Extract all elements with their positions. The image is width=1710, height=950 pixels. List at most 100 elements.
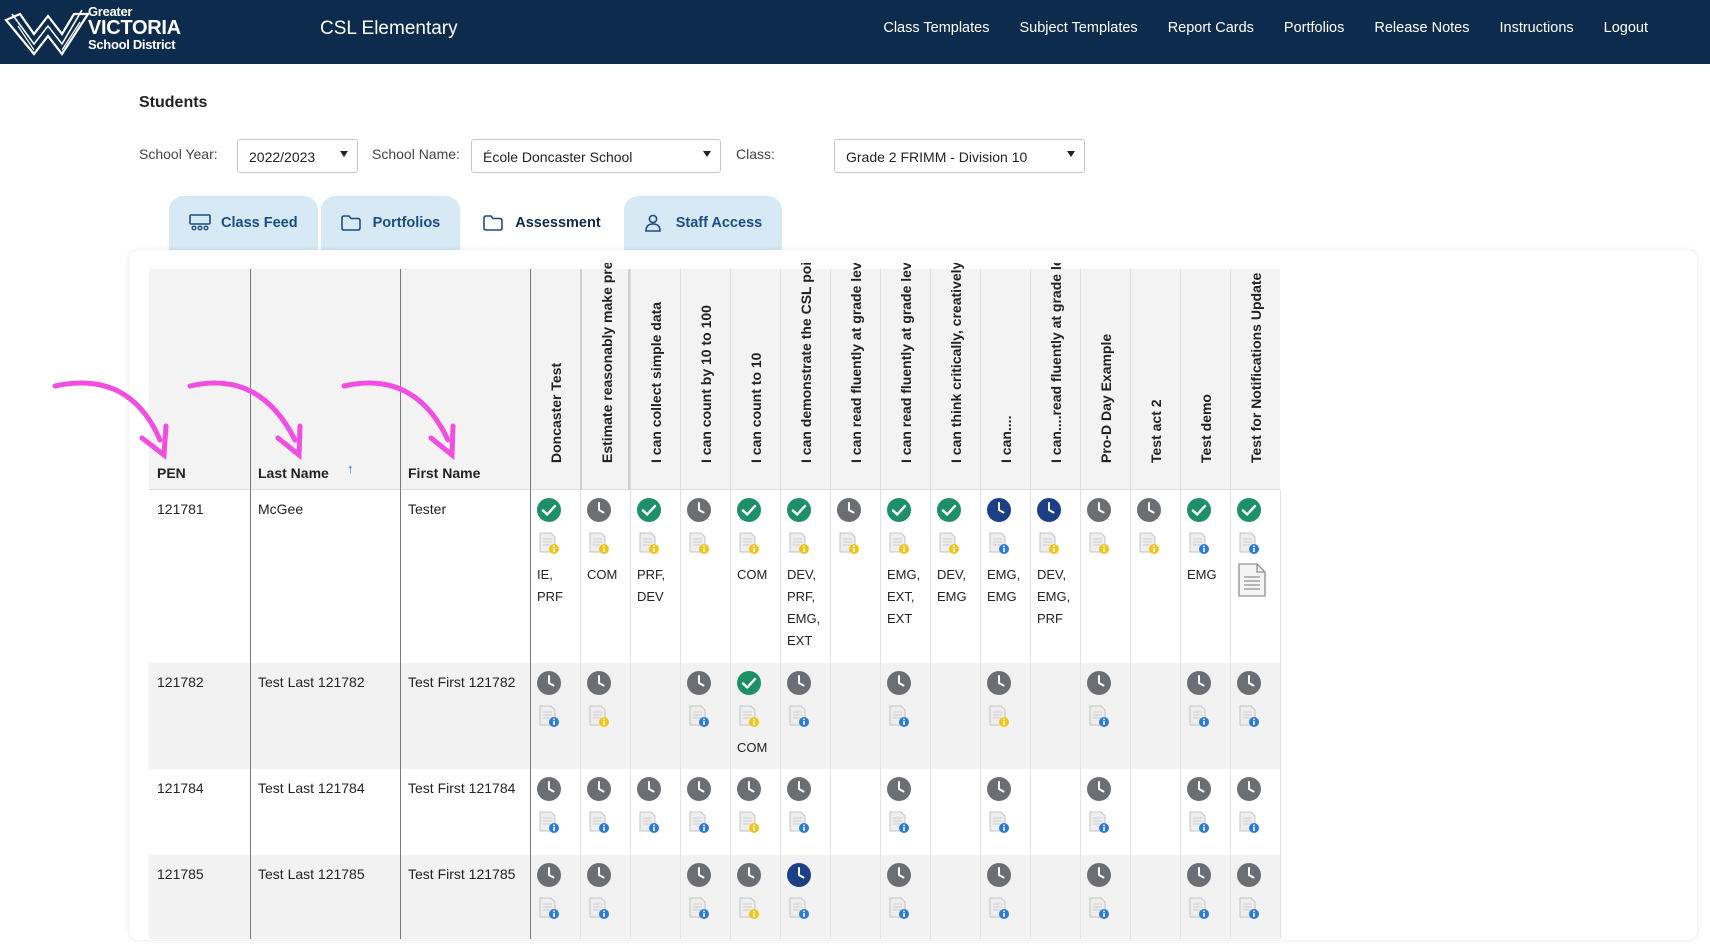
column-header-first-name[interactable]: First Name (400, 269, 530, 490)
document-info-icon[interactable] (1087, 810, 1111, 839)
document-info-icon[interactable] (687, 810, 711, 839)
nav-logout[interactable]: Logout (1604, 20, 1648, 36)
document-note-icon[interactable] (887, 531, 911, 560)
column-header-assessment[interactable]: Test demo (1180, 269, 1230, 490)
document-note-icon[interactable] (637, 531, 661, 560)
document-note-icon[interactable] (587, 704, 611, 733)
column-header-assessment[interactable]: I can read fluently at grade level (830, 263, 880, 490)
pending-clock-icon[interactable] (536, 776, 562, 807)
pending-clock-icon[interactable] (586, 776, 612, 807)
nav-subject-templates[interactable]: Subject Templates (1019, 20, 1137, 36)
school-name-select[interactable]: École Doncaster School (471, 139, 721, 173)
document-note-icon[interactable] (687, 531, 711, 560)
completed-check-icon[interactable] (936, 497, 962, 528)
pending-clock-icon[interactable] (736, 776, 762, 807)
document-info-icon[interactable] (687, 896, 711, 925)
completed-check-icon[interactable] (1186, 497, 1212, 528)
document-note-icon[interactable] (587, 531, 611, 560)
pending-clock-icon[interactable] (886, 670, 912, 701)
pending-clock-icon[interactable] (1236, 670, 1262, 701)
document-info-icon[interactable] (1187, 810, 1211, 839)
document-file-icon[interactable] (1237, 562, 1267, 603)
document-note-icon[interactable] (787, 531, 811, 560)
document-info-icon[interactable] (787, 896, 811, 925)
tab-class-feed[interactable]: Class Feed (169, 196, 318, 250)
document-info-icon[interactable] (987, 810, 1011, 839)
document-note-icon[interactable] (1087, 531, 1111, 560)
completed-check-icon[interactable] (636, 497, 662, 528)
pending-clock-icon[interactable] (686, 497, 712, 528)
pending-clock-icon[interactable] (1136, 497, 1162, 528)
document-info-icon[interactable] (1087, 896, 1111, 925)
document-info-icon[interactable] (537, 810, 561, 839)
pending-clock-icon[interactable] (836, 497, 862, 528)
column-header-assessment[interactable]: Test for Notifications Update (1230, 269, 1280, 490)
document-info-icon[interactable] (687, 704, 711, 733)
pending-clock-icon[interactable] (586, 670, 612, 701)
document-note-icon[interactable] (737, 810, 761, 839)
document-note-icon[interactable] (737, 531, 761, 560)
school-year-select[interactable]: 2022/2023 (237, 139, 358, 173)
column-header-assessment[interactable]: I can count by 10 to 100 (680, 269, 730, 490)
pending-clock-icon[interactable] (986, 497, 1012, 528)
pending-clock-icon[interactable] (1236, 862, 1262, 893)
pending-clock-icon[interactable] (636, 776, 662, 807)
pending-clock-icon[interactable] (686, 670, 712, 701)
column-header-assessment[interactable]: Test act 2 (1130, 269, 1180, 490)
document-info-icon[interactable] (887, 896, 911, 925)
column-header-pen[interactable]: PEN (149, 269, 250, 490)
nav-instructions[interactable]: Instructions (1499, 20, 1573, 36)
column-header-assessment[interactable]: I can.... (980, 269, 1030, 490)
pending-clock-icon[interactable] (1186, 862, 1212, 893)
pending-clock-icon[interactable] (1186, 670, 1212, 701)
document-info-icon[interactable] (637, 810, 661, 839)
nav-report-cards[interactable]: Report Cards (1168, 20, 1254, 36)
district-logo[interactable]: Greater VICTORIA School District (4, 2, 184, 60)
document-note-icon[interactable] (737, 896, 761, 925)
pending-clock-icon[interactable] (536, 862, 562, 893)
document-note-icon[interactable] (1137, 531, 1161, 560)
document-info-icon[interactable] (537, 896, 561, 925)
nav-portfolios[interactable]: Portfolios (1284, 20, 1344, 36)
pending-clock-icon[interactable] (786, 862, 812, 893)
document-info-icon[interactable] (987, 896, 1011, 925)
document-info-icon[interactable] (1237, 896, 1261, 925)
pending-clock-icon[interactable] (1086, 497, 1112, 528)
document-info-icon[interactable] (587, 896, 611, 925)
pending-clock-icon[interactable] (1236, 776, 1262, 807)
pending-clock-icon[interactable] (536, 670, 562, 701)
document-note-icon[interactable] (837, 531, 861, 560)
pending-clock-icon[interactable] (986, 670, 1012, 701)
pending-clock-icon[interactable] (886, 776, 912, 807)
pending-clock-icon[interactable] (1186, 776, 1212, 807)
document-info-icon[interactable] (537, 704, 561, 733)
column-header-assessment[interactable]: Doncaster Test (530, 269, 580, 490)
column-header-assessment[interactable]: I can....read fluently at grade level (1030, 263, 1080, 490)
document-info-icon[interactable] (987, 531, 1011, 560)
document-info-icon[interactable] (887, 810, 911, 839)
tab-staff-access[interactable]: Staff Access (623, 196, 783, 250)
nav-release-notes[interactable]: Release Notes (1374, 20, 1469, 36)
column-header-assessment[interactable]: Pro-D Day Example (1080, 269, 1130, 490)
completed-check-icon[interactable] (886, 497, 912, 528)
tab-portfolios[interactable]: Portfolios (320, 196, 461, 250)
pending-clock-icon[interactable] (1086, 862, 1112, 893)
pending-clock-icon[interactable] (686, 862, 712, 893)
document-info-icon[interactable] (787, 704, 811, 733)
document-info-icon[interactable] (1187, 896, 1211, 925)
column-header-assessment[interactable]: I can read fluently at grade level (880, 263, 930, 490)
completed-check-icon[interactable] (536, 497, 562, 528)
document-note-icon[interactable] (1037, 531, 1061, 560)
nav-class-templates[interactable]: Class Templates (883, 20, 989, 36)
column-header-assessment[interactable]: I can think critically, creatively (930, 263, 980, 490)
pending-clock-icon[interactable] (986, 776, 1012, 807)
document-info-icon[interactable] (1187, 704, 1211, 733)
class-select[interactable]: Grade 2 FRIMM - Division 10 (834, 139, 1085, 173)
sort-ascending-icon[interactable]: ↑ (347, 461, 354, 476)
completed-check-icon[interactable] (736, 670, 762, 701)
pending-clock-icon[interactable] (686, 776, 712, 807)
document-note-icon[interactable] (737, 704, 761, 733)
completed-check-icon[interactable] (786, 497, 812, 528)
pending-clock-icon[interactable] (586, 497, 612, 528)
pending-clock-icon[interactable] (736, 862, 762, 893)
